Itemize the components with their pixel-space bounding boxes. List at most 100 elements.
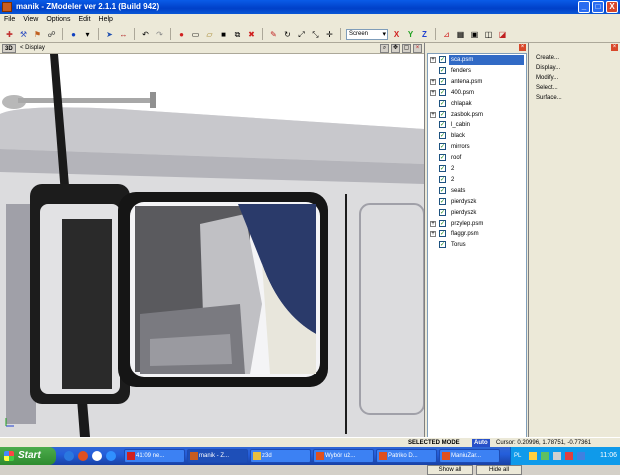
- window-titlebar[interactable]: manik - ZModeler ver 2.1.1 (Build 942) _…: [0, 0, 620, 14]
- tree-item[interactable]: ✓ pierdyszk: [428, 197, 526, 208]
- tree-item[interactable]: + ✓ zasbok.psm: [428, 110, 526, 121]
- tree-item[interactable]: ✓ fenders: [428, 66, 526, 77]
- save-icon[interactable]: ■: [218, 29, 229, 40]
- zoom-icon[interactable]: ⌕: [380, 44, 389, 53]
- taskbar-task[interactable]: manik - Z...: [187, 449, 248, 463]
- tree-item[interactable]: ✓ roof: [428, 153, 526, 164]
- visibility-checkbox[interactable]: ✓: [439, 165, 446, 172]
- viewport-mode-tag[interactable]: 3D: [2, 44, 16, 53]
- dropdown-arrow-icon[interactable]: ▾: [82, 29, 93, 40]
- language-indicator[interactable]: PL: [514, 447, 521, 465]
- quicklaunch-messenger-icon[interactable]: [106, 451, 116, 461]
- coordinate-space-select[interactable]: Screen: [346, 28, 388, 40]
- tree-item[interactable]: + ✓ flaggr.psm: [428, 229, 526, 240]
- rotate-icon[interactable]: ↻: [282, 29, 293, 40]
- tree-item[interactable]: + ✓ sca.psm: [428, 55, 526, 66]
- visibility-checkbox[interactable]: ✓: [439, 132, 446, 140]
- undo-icon[interactable]: ↶: [140, 29, 151, 40]
- walk-icon[interactable]: ⚑: [32, 29, 43, 40]
- pivot-icon[interactable]: ✛: [324, 29, 335, 40]
- move-mode-icon[interactable]: ↔: [118, 29, 129, 40]
- tree-item[interactable]: ✓ mirrors: [428, 142, 526, 153]
- minimize-button[interactable]: _: [578, 1, 590, 13]
- maximize-button[interactable]: □: [592, 1, 604, 13]
- command-panel-close-icon[interactable]: ×: [611, 44, 618, 51]
- snap-icon[interactable]: ⊿: [441, 29, 452, 40]
- tree-item[interactable]: ✓ pierdyszk: [428, 208, 526, 219]
- auto-toggle[interactable]: Auto: [472, 439, 490, 447]
- object-tree[interactable]: + ✓ sca.psm ✓ fenders + ✓ antena.psm + ✓ 400.psm ✓ c…: [427, 53, 527, 458]
- quicklaunch-firefox-icon[interactable]: [78, 451, 88, 461]
- tree-item[interactable]: + ✓ antena.psm: [428, 77, 526, 88]
- quicklaunch-desktop-icon[interactable]: [92, 451, 102, 461]
- visibility-checkbox[interactable]: ✓: [439, 88, 446, 96]
- links-icon[interactable]: ☍: [46, 29, 57, 40]
- close-button[interactable]: X: [606, 1, 618, 13]
- menu-options[interactable]: Options: [46, 14, 70, 26]
- redo-icon[interactable]: ↷: [154, 29, 165, 40]
- globe-icon[interactable]: ●: [68, 29, 79, 40]
- visibility-checkbox[interactable]: ✓: [439, 197, 446, 205]
- visibility-checkbox[interactable]: ✓: [439, 56, 446, 63]
- visibility-checkbox[interactable]: ✓: [439, 143, 446, 151]
- hide-all-button[interactable]: Hide all: [476, 465, 522, 475]
- box-view-icon[interactable]: ▣: [469, 29, 480, 40]
- expand-icon[interactable]: +: [430, 57, 436, 63]
- grid-icon[interactable]: ▦: [455, 29, 466, 40]
- visibility-checkbox[interactable]: ✓: [439, 99, 446, 107]
- visibility-checkbox[interactable]: ✓: [439, 175, 446, 183]
- visibility-checkbox[interactable]: ✓: [439, 77, 446, 85]
- axis-x-toggle[interactable]: X: [391, 29, 402, 40]
- start-button[interactable]: Start: [0, 447, 56, 465]
- tree-item[interactable]: ✓ 2: [428, 175, 526, 186]
- taskbar-task[interactable]: ManiuZar...: [439, 449, 500, 463]
- tree-item[interactable]: ✓ chlapak: [428, 99, 526, 110]
- cube-icon[interactable]: ◫: [483, 29, 494, 40]
- tree-item[interactable]: ✓ l_cabin: [428, 120, 526, 131]
- surface-command[interactable]: Surface...: [536, 93, 562, 103]
- visibility-checkbox[interactable]: ✓: [439, 154, 446, 162]
- tray-icon[interactable]: [577, 452, 585, 460]
- 3d-viewport[interactable]: [0, 54, 424, 437]
- pan-icon[interactable]: ✥: [391, 44, 400, 53]
- create-mesh-icon[interactable]: ✚: [4, 29, 15, 40]
- expand-icon[interactable]: +: [430, 231, 436, 238]
- menu-view[interactable]: View: [23, 14, 38, 26]
- display-command[interactable]: Display...: [536, 63, 560, 73]
- cube-red-icon[interactable]: ◪: [497, 29, 508, 40]
- skew-icon[interactable]: ⤡: [310, 29, 321, 40]
- new-file-icon[interactable]: ▭: [190, 29, 201, 40]
- open-folder-icon[interactable]: ▱: [204, 29, 215, 40]
- delete-icon[interactable]: ✖: [246, 29, 257, 40]
- viewport-close-icon[interactable]: ×: [413, 44, 422, 53]
- quicklaunch-ie-icon[interactable]: [64, 451, 74, 461]
- paint-icon[interactable]: ✎: [268, 29, 279, 40]
- tree-item[interactable]: ✓ 2: [428, 164, 526, 175]
- visibility-checkbox[interactable]: ✓: [439, 230, 446, 238]
- tree-item[interactable]: ✓ seats: [428, 186, 526, 197]
- tray-icon[interactable]: [541, 452, 549, 460]
- menu-help[interactable]: Help: [99, 14, 113, 26]
- modify-command[interactable]: Modify...: [536, 73, 558, 83]
- visibility-checkbox[interactable]: ✓: [439, 208, 446, 216]
- taskbar-task[interactable]: 41:09 ne...: [124, 449, 185, 463]
- show-all-button[interactable]: Show all: [427, 465, 473, 475]
- tree-panel-close-icon[interactable]: ×: [519, 44, 526, 51]
- menu-edit[interactable]: Edit: [78, 14, 90, 26]
- visibility-checkbox[interactable]: ✓: [439, 241, 446, 249]
- axis-y-toggle[interactable]: Y: [405, 29, 416, 40]
- expand-icon[interactable]: +: [430, 78, 436, 85]
- scale-icon[interactable]: ⤢: [296, 29, 307, 40]
- visibility-checkbox[interactable]: ✓: [439, 186, 446, 194]
- zmodeler-app-icon[interactable]: [2, 2, 12, 12]
- menu-file[interactable]: File: [4, 14, 15, 26]
- record-icon[interactable]: ●: [176, 29, 187, 40]
- visibility-checkbox[interactable]: ✓: [439, 219, 446, 227]
- visibility-checkbox[interactable]: ✓: [439, 66, 446, 74]
- visibility-checkbox[interactable]: ✓: [439, 121, 446, 129]
- tree-item[interactable]: + ✓ 400.psm: [428, 88, 526, 99]
- tree-item[interactable]: + ✓ przylep.psm: [428, 219, 526, 230]
- tray-icon[interactable]: [529, 452, 537, 460]
- tray-icon[interactable]: [565, 452, 573, 460]
- axis-z-toggle[interactable]: Z: [419, 29, 430, 40]
